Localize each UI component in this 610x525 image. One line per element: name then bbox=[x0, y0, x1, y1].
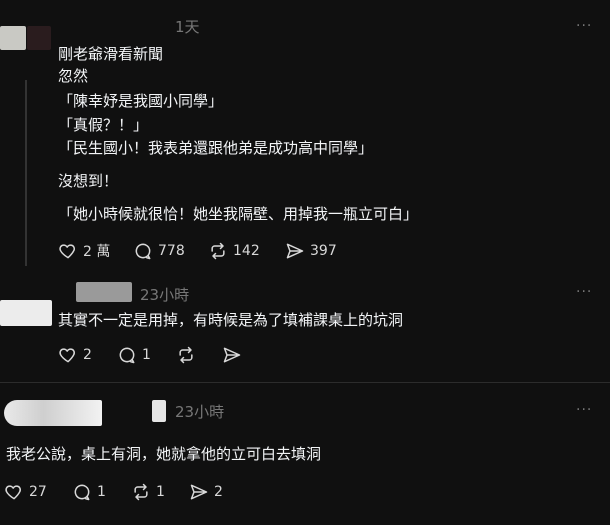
share-count: 2 bbox=[214, 484, 223, 500]
reply-text: 其實不一定是用掉，有時候是為了填補課桌上的坑洞 bbox=[58, 311, 404, 329]
like-button[interactable]: 2 bbox=[58, 345, 92, 365]
reply-text: 我老公說，桌上有洞，她就拿他的立可白去填洞 bbox=[6, 445, 322, 463]
like-count: 27 bbox=[29, 484, 47, 500]
post-line: 「陳幸妤是我國小同學」 bbox=[58, 92, 224, 110]
share-count: 397 bbox=[310, 243, 337, 259]
comment-count: 1 bbox=[142, 347, 151, 363]
post-time: 1天 bbox=[175, 18, 200, 36]
share-icon bbox=[190, 484, 208, 500]
post-line: 沒想到！ bbox=[58, 172, 119, 190]
comment-icon bbox=[74, 484, 90, 501]
username-blurred[interactable] bbox=[27, 26, 51, 50]
more-icon[interactable]: ··· bbox=[576, 18, 592, 34]
repost-icon bbox=[134, 483, 148, 501]
username-blurred[interactable] bbox=[76, 282, 132, 302]
post-line: 忽然 bbox=[58, 67, 89, 85]
like-button[interactable]: 2 萬 bbox=[58, 241, 110, 261]
reply-time: 23小時 bbox=[140, 286, 190, 304]
like-button[interactable]: 27 bbox=[4, 482, 47, 502]
avatar[interactable] bbox=[0, 26, 26, 50]
like-count: 2 bbox=[83, 347, 92, 363]
more-icon[interactable]: ··· bbox=[576, 284, 592, 300]
heart-icon bbox=[5, 485, 21, 500]
repost-button[interactable] bbox=[176, 345, 196, 365]
share-button[interactable]: 2 bbox=[189, 482, 223, 502]
post-line: 「民生國小！我表弟還跟他弟是成功高中同學」 bbox=[58, 139, 374, 157]
comment-icon bbox=[135, 243, 151, 260]
thread-line bbox=[25, 80, 27, 266]
more-icon[interactable]: ··· bbox=[576, 402, 592, 418]
share-icon bbox=[286, 243, 304, 259]
comment-button[interactable]: 778 bbox=[133, 241, 185, 261]
comment-count: 1 bbox=[97, 484, 106, 500]
like-count: 2 萬 bbox=[83, 244, 111, 260]
share-icon bbox=[223, 347, 241, 363]
post-line: 「真假？！」 bbox=[58, 116, 149, 134]
repost-count: 1 bbox=[156, 484, 165, 500]
repost-button[interactable]: 1 bbox=[131, 482, 165, 502]
post-line: 「她小時候就很恰！她坐我隔壁、用掉我一瓶立可白」 bbox=[58, 205, 419, 223]
heart-icon bbox=[59, 244, 75, 259]
comment-icon bbox=[119, 347, 135, 364]
comment-count: 778 bbox=[158, 243, 185, 259]
share-button[interactable] bbox=[222, 345, 242, 365]
repost-icon bbox=[179, 346, 193, 364]
heart-icon bbox=[59, 348, 75, 363]
reply-time: 23小時 bbox=[175, 403, 225, 421]
repost-count: 142 bbox=[233, 243, 260, 259]
post-line: 剛老爺滑看新聞 bbox=[58, 45, 164, 63]
repost-icon bbox=[211, 242, 225, 260]
comment-button[interactable]: 1 bbox=[117, 345, 151, 365]
avatar[interactable] bbox=[4, 400, 102, 426]
repost-button[interactable]: 142 bbox=[208, 241, 260, 261]
divider bbox=[0, 382, 610, 383]
share-button[interactable]: 397 bbox=[285, 241, 337, 261]
avatar[interactable] bbox=[0, 300, 52, 326]
username-blurred[interactable] bbox=[152, 400, 166, 422]
comment-button[interactable]: 1 bbox=[72, 482, 106, 502]
